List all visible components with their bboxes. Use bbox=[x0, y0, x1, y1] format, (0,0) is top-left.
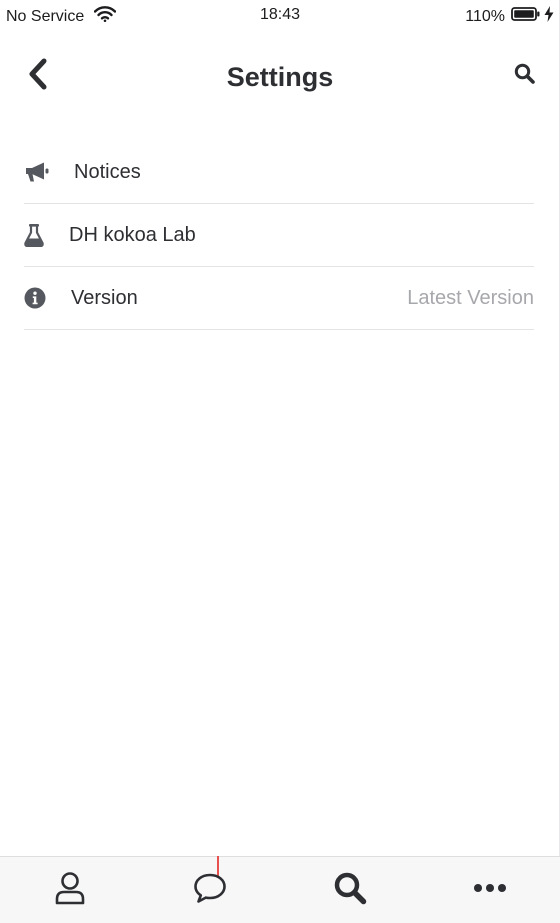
chat-bubble-icon bbox=[193, 872, 227, 909]
tab-chats[interactable] bbox=[140, 857, 280, 923]
megaphone-icon bbox=[24, 161, 64, 183]
search-icon bbox=[333, 871, 367, 910]
status-bar: No Service 18:43 110% bbox=[0, 0, 560, 30]
more-dots-icon bbox=[473, 881, 507, 899]
battery-icon bbox=[511, 7, 541, 26]
settings-list: Notices DH kokoa Lab Version Latest Vers… bbox=[24, 141, 534, 330]
header-search-button[interactable] bbox=[512, 63, 536, 89]
tab-search[interactable] bbox=[280, 857, 420, 923]
user-icon bbox=[54, 871, 86, 910]
battery-percentage: 110% bbox=[465, 7, 505, 25]
settings-row-lab[interactable]: DH kokoa Lab bbox=[24, 204, 534, 267]
info-circle-icon bbox=[24, 287, 64, 309]
page-title: Settings bbox=[226, 62, 334, 92]
status-right: 110% bbox=[465, 6, 554, 27]
settings-row-label: Version bbox=[71, 286, 138, 309]
settings-row-label: DH kokoa Lab bbox=[69, 223, 196, 246]
charging-bolt-icon bbox=[544, 6, 554, 27]
navigation-header: Settings bbox=[0, 40, 560, 116]
settings-row-version[interactable]: Version Latest Version bbox=[24, 267, 534, 330]
tab-more[interactable] bbox=[420, 857, 560, 923]
flask-icon bbox=[24, 223, 64, 247]
version-value: Latest Version bbox=[407, 286, 534, 309]
bottom-tab-bar bbox=[0, 856, 560, 923]
search-icon bbox=[514, 63, 535, 89]
tab-friends[interactable] bbox=[0, 857, 140, 923]
settings-row-label: Notices bbox=[74, 160, 141, 183]
settings-row-notices[interactable]: Notices bbox=[24, 141, 534, 204]
